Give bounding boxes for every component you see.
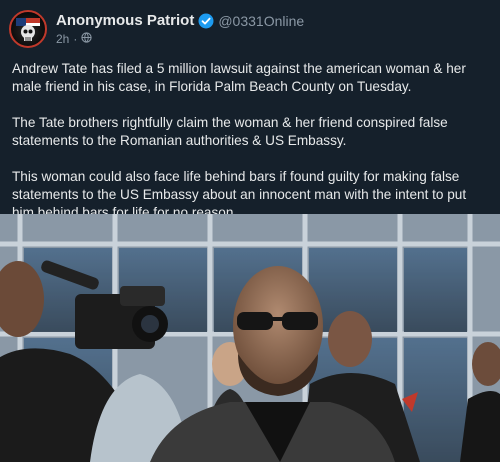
post-paragraph-1: Andrew Tate has filed a 5 million lawsui… xyxy=(12,61,466,94)
skull-flag-icon xyxy=(16,18,40,41)
author-name[interactable]: Anonymous Patriot xyxy=(56,12,194,29)
press-photo-image xyxy=(0,214,500,462)
separator-dot: · xyxy=(73,32,78,46)
avatar[interactable] xyxy=(9,10,47,48)
post-photo[interactable] xyxy=(0,214,500,462)
globe-icon xyxy=(81,32,92,46)
post-time[interactable]: 2h xyxy=(56,32,69,46)
post-header: Anonymous Patriot @0331Online 2h · xyxy=(9,10,304,52)
author-handle[interactable]: @0331Online xyxy=(218,13,304,29)
verified-badge-icon xyxy=(198,13,214,29)
post-card[interactable]: Anonymous Patriot @0331Online 2h · Andre… xyxy=(0,0,500,462)
post-text: Andrew Tate has filed a 5 million lawsui… xyxy=(12,60,486,240)
post-paragraph-2: The Tate brothers rightfully claim the w… xyxy=(12,115,448,148)
